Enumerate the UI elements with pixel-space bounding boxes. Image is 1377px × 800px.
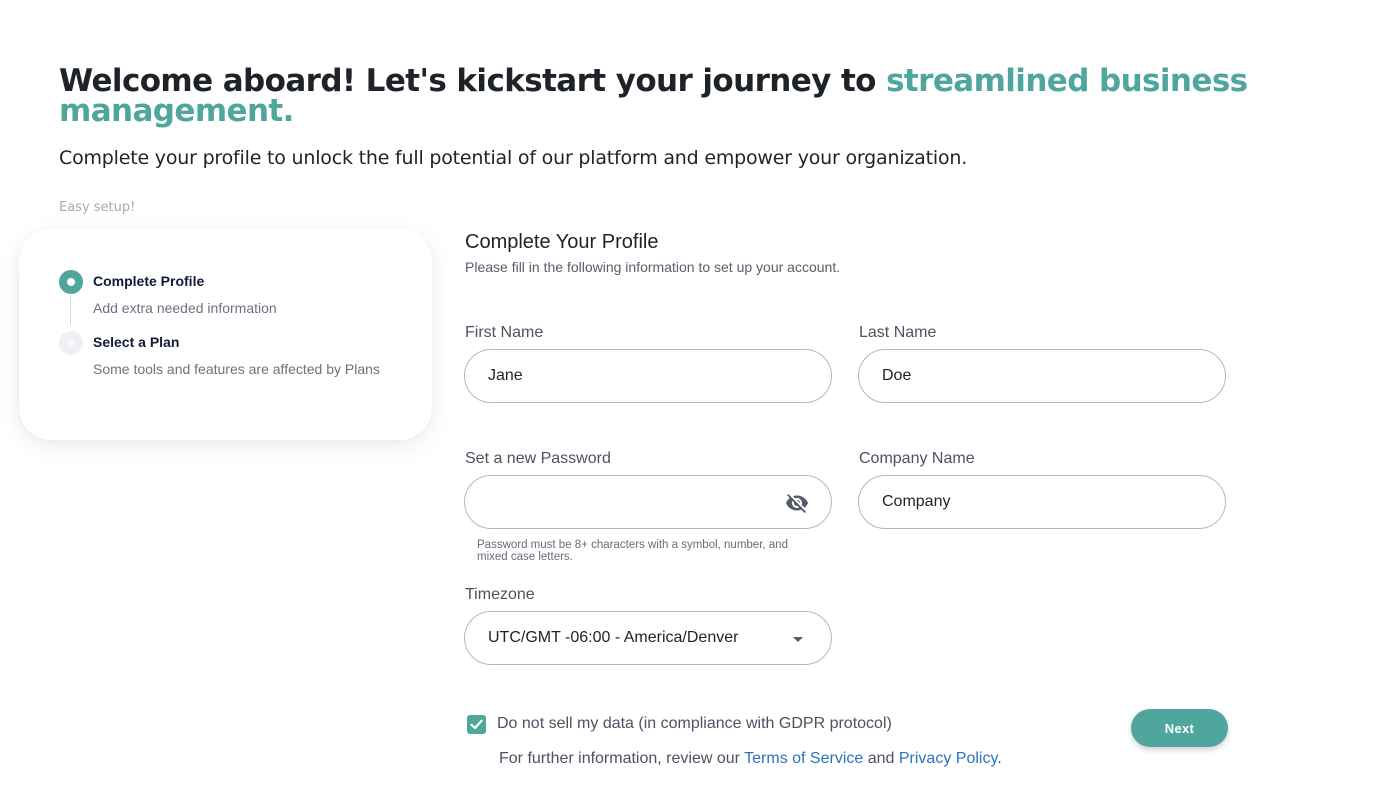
- form-subtitle: Please fill in the following information…: [465, 259, 841, 275]
- caret-down-icon: [793, 637, 803, 642]
- company-name-label: Company Name: [859, 450, 975, 467]
- steps-card: Complete Profile Add extra needed inform…: [19, 229, 432, 440]
- gdpr-checkbox[interactable]: [467, 715, 486, 734]
- company-name-field[interactable]: [858, 475, 1226, 529]
- page-subtitle: Complete your profile to unlock the full…: [59, 147, 968, 169]
- step-inactive-indicator-icon: [59, 331, 83, 355]
- legal-notice: For further information, review our Term…: [499, 750, 1002, 768]
- step-description: Add extra needed information: [93, 300, 277, 316]
- company-name-input[interactable]: [882, 476, 1182, 528]
- step-title: Complete Profile: [93, 273, 205, 289]
- first-name-field[interactable]: [464, 349, 832, 403]
- password-label: Set a new Password: [465, 450, 611, 467]
- next-button[interactable]: Next: [1131, 709, 1228, 747]
- terms-of-service-link[interactable]: Terms of Service: [744, 750, 863, 767]
- check-icon: [470, 719, 483, 730]
- first-name-input[interactable]: [488, 350, 788, 402]
- onboarding-page: Welcome aboard! Let's kickstart your jou…: [0, 0, 1377, 800]
- last-name-field[interactable]: [858, 349, 1226, 403]
- legal-suffix: .: [997, 750, 1002, 767]
- step-connector: [70, 295, 71, 325]
- last-name-label: Last Name: [859, 324, 937, 341]
- legal-and: and: [863, 750, 899, 767]
- step-active-indicator-icon: [59, 270, 83, 294]
- eye-off-icon[interactable]: [785, 491, 809, 515]
- form-title: Complete Your Profile: [465, 231, 659, 253]
- legal-prefix: For further information, review our: [499, 750, 745, 767]
- password-field[interactable]: [464, 475, 832, 529]
- setup-caption: Easy setup!: [59, 200, 136, 215]
- privacy-policy-link[interactable]: Privacy Policy: [899, 750, 997, 767]
- timezone-label: Timezone: [465, 586, 535, 603]
- step-title: Select a Plan: [93, 334, 180, 350]
- password-helper-text: Password must be 8+ characters with a sy…: [477, 539, 788, 563]
- first-name-label: First Name: [465, 324, 544, 341]
- timezone-selected-value: UTC/GMT -06:00 - America/Denver: [488, 629, 739, 646]
- gdpr-checkbox-label[interactable]: Do not sell my data (in compliance with …: [497, 715, 892, 733]
- password-input[interactable]: [488, 476, 788, 528]
- step-description: Some tools and features are affected by …: [93, 361, 380, 377]
- timezone-select[interactable]: UTC/GMT -06:00 - America/Denver: [464, 611, 832, 665]
- last-name-input[interactable]: [882, 350, 1182, 402]
- page-title: Welcome aboard! Let's kickstart your jou…: [59, 66, 1259, 127]
